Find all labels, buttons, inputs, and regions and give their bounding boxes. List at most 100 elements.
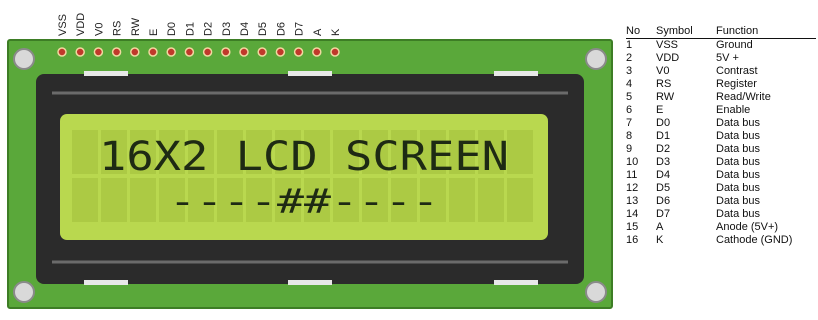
pin-symbol: D6 [656,195,671,207]
table-row: 9 D2 Data bus [626,143,816,156]
pin-symbol: D5 [656,182,671,194]
mount-hole-top-left [13,48,35,70]
pin-label: VDD [75,13,87,36]
pin-symbol: D1 [656,130,671,142]
table-row: 2 VDD 5V + [626,52,816,65]
pin-number: 15 [626,221,639,233]
table-row: 12 D5 Data bus [626,182,816,195]
pin-symbol: VSS [656,39,679,51]
table-row: 4 RS Register [626,78,816,91]
mount-hole-top-right [585,48,607,70]
pin-function-table: No Symbol Function 1 VSS Ground 2 VDD 5V + 3 V0… [626,24,816,247]
pin-hole [202,47,213,57]
table-row: 10 D3 Data bus [626,156,816,169]
pin-number: 3 [626,65,633,77]
pin-symbol: D7 [656,208,671,220]
pin-number: 2 [626,52,633,64]
pin-symbol: E [656,104,664,116]
pin-label: V0 [93,23,105,36]
frame-tab [494,280,538,285]
pin-label: K [330,28,342,36]
pin-hole [57,47,67,57]
pin-symbol: VDD [656,52,680,64]
table-row: 16 K Cathode (GND) [626,234,816,247]
pin-function: Data bus [716,117,761,129]
pin-label: VSS [57,14,69,36]
pin-function: Enable [716,104,751,116]
mount-hole-bottom-right [585,281,607,303]
pin-number: 10 [626,156,639,168]
table-header-row: No Symbol Function [626,24,816,39]
pin-hole [75,47,85,57]
pin-hole [130,47,140,57]
table-row: 6 E Enable [626,104,816,117]
column-header-function: Function [716,24,816,39]
pin-number: 4 [626,78,633,90]
pin-symbol: A [656,221,664,233]
pin-label: RW [130,17,142,36]
pin-number: 11 [626,169,638,181]
pin-number: 7 [626,117,633,129]
pin-hole [239,47,249,57]
pin-function: Register [716,78,757,90]
pin-number: 13 [626,195,639,207]
pin-label: D3 [221,22,233,36]
character-cell [478,178,504,222]
pin-function: Read/Write [716,91,771,103]
pin-label: D1 [184,22,196,36]
column-header-no: No [626,24,656,39]
frame-tab [84,280,128,285]
character-cell [449,178,475,222]
frame-tab [288,280,332,285]
pin-number: 16 [626,234,639,246]
character-cell [130,178,156,222]
pin-number: 1 [626,39,633,51]
table-row: 14 D7 Data bus [626,208,816,221]
pin-hole [312,47,322,57]
pin-table-body: 1 VSS Ground 2 VDD 5V + 3 V0 Contrast 4 RS Register… [626,39,816,248]
table-row: 1 VSS Ground [626,39,816,53]
pin-symbol: D3 [656,156,671,168]
mount-hole-bottom-left [13,281,35,303]
pin-hole [111,47,122,57]
pin-hole [275,47,286,57]
pin-symbol: D4 [656,169,671,181]
pin-hole [166,47,176,57]
character-cell [101,178,127,222]
table-row: 5 RW Read/Write [626,91,816,104]
table-row: 3 V0 Contrast [626,65,816,78]
pin-symbol: RS [656,78,672,90]
pin-function: Contrast [716,65,758,77]
pin-symbol: K [656,234,664,246]
frame-tab [494,71,538,76]
pin-number: 6 [626,104,633,116]
pin-hole [330,47,340,57]
pin-symbol: RW [656,91,675,103]
pin-label: RS [112,21,124,36]
column-header-symbol: Symbol [656,24,716,39]
frame-tab [84,71,128,76]
pin-label: A [312,28,324,36]
pin-function: 5V + [716,52,739,64]
pin-label: D4 [239,22,251,36]
pin-label: D5 [257,22,269,36]
frame-tab [288,71,332,76]
table-row: 15 A Anode (5V+) [626,221,816,234]
lcd-line-2: ----##---- [169,182,439,222]
pin-symbol: V0 [656,65,670,77]
pin-symbol: D2 [656,143,671,155]
pin-label: D7 [294,22,306,36]
character-cell [72,130,98,174]
pin-function: Data bus [716,169,761,181]
pin-hole [184,47,195,57]
pin-function: Data bus [716,130,761,142]
pin-number: 9 [626,143,633,155]
pin-number: 5 [626,91,633,103]
lcd-line-1: 16X2 LCD SCREEN [99,134,509,180]
pin-function: Data bus [716,208,761,220]
pin-function: Data bus [716,195,761,207]
pin-hole [293,47,304,57]
pin-symbol: D0 [656,117,671,129]
character-cell [507,130,533,174]
pin-hole [221,47,231,57]
